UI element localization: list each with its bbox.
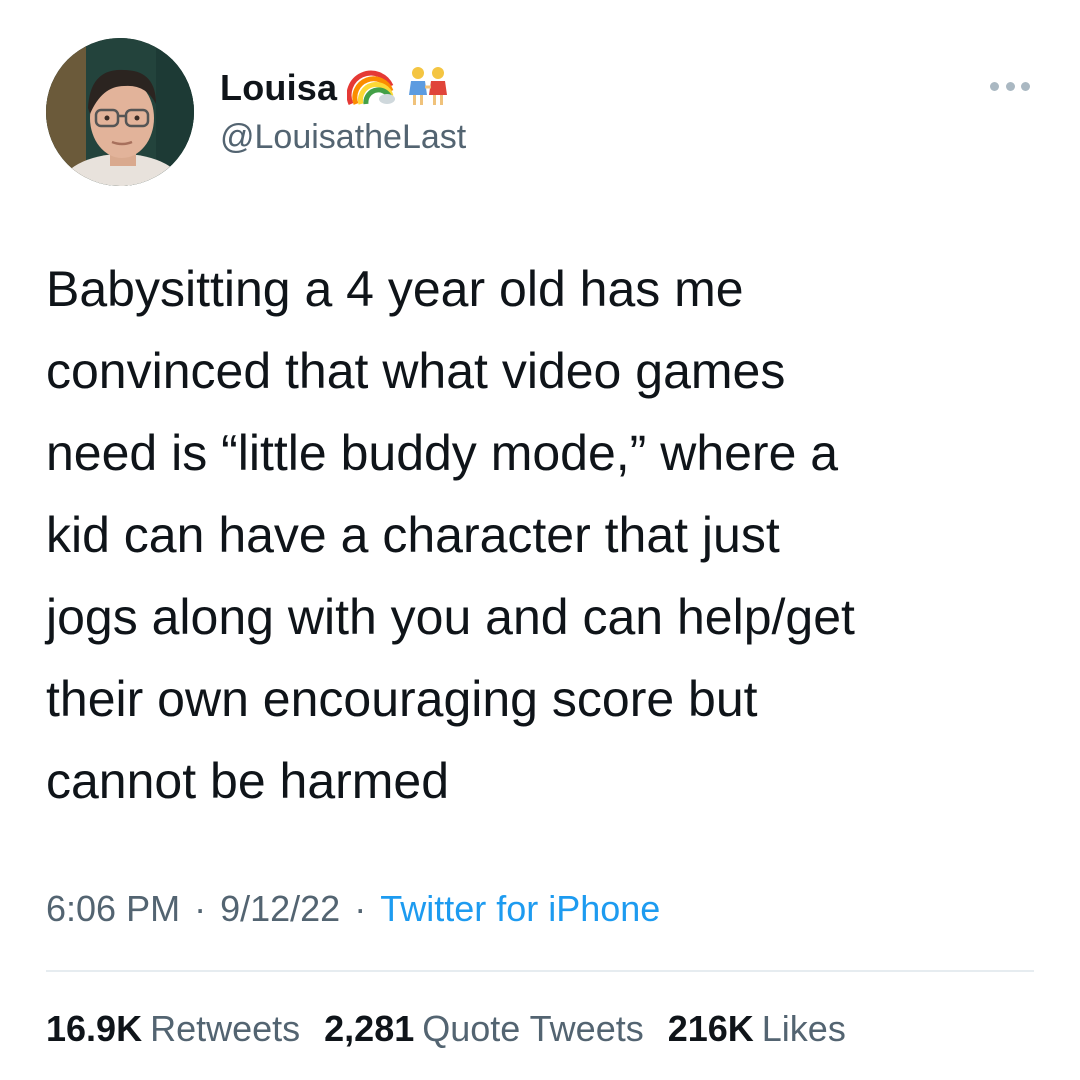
tweet-stats: 16.9K Retweets 2,281 Quote Tweets 216K Like… — [46, 1008, 870, 1050]
dot — [990, 81, 999, 91]
likes-stat[interactable]: 216K Likes — [668, 1008, 846, 1050]
two-women-holding-hands-icon — [405, 65, 451, 112]
profile-photo — [46, 38, 194, 186]
retweets-label: Retweets — [150, 1008, 301, 1049]
meta-separator: · — [354, 888, 367, 929]
meta-separator: · — [194, 888, 207, 929]
quote-tweets-count: 2,281 — [324, 1008, 415, 1049]
author-name-row: Louisa — [220, 64, 451, 112]
likes-label: Likes — [761, 1008, 846, 1049]
rainbow-icon — [346, 66, 396, 111]
more-options-icon[interactable] — [990, 74, 1030, 98]
retweets-count: 16.9K — [46, 1008, 143, 1049]
retweets-stat[interactable]: 16.9K Retweets — [46, 1008, 300, 1050]
author-display-name[interactable]: Louisa — [220, 67, 337, 109]
tweet-text: Babysitting a 4 year old has me convince… — [46, 261, 855, 809]
divider — [46, 970, 1034, 972]
avatar[interactable] — [46, 38, 194, 186]
tweet-meta: 6:06 PM · 9/12/22 · Twitter for iPhone — [46, 888, 660, 930]
quote-tweets-label: Quote Tweets — [422, 1008, 644, 1049]
tweet-source-link[interactable]: Twitter for iPhone — [380, 888, 660, 930]
likes-count: 216K — [667, 1008, 754, 1049]
tweet-time[interactable]: 6:06 PM — [46, 888, 180, 930]
dot — [1021, 81, 1030, 91]
dot — [1005, 81, 1015, 91]
tweet-date[interactable]: 9/12/22 — [220, 888, 340, 930]
quote-tweets-stat[interactable]: 2,281 Quote Tweets — [324, 1008, 644, 1050]
author-handle[interactable]: @LouisatheLast — [220, 118, 466, 157]
